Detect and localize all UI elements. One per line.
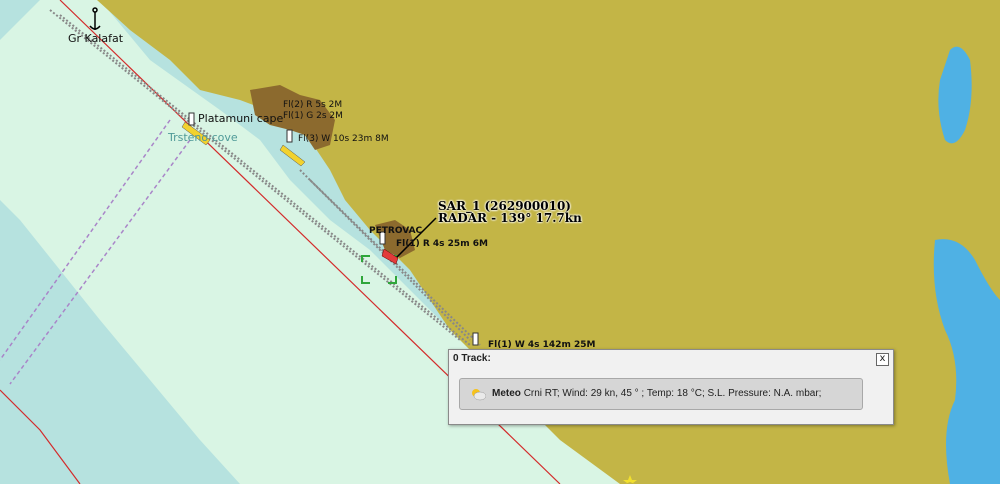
label-platamuni: Platamuni cape	[198, 112, 284, 125]
meteo-details: Crni RT; Wind: 29 kn, 45 ° ; Temp: 18 °C…	[523, 388, 822, 399]
label-cove: Trsteno cove	[168, 131, 238, 144]
light-label: Fl(1) R 4s 25m 6M	[396, 239, 488, 249]
meteo-label: Meteo	[492, 388, 521, 399]
light-label: Fl(1) G 2s 2M	[283, 111, 343, 121]
label-kalafat: Gr Kalafat	[68, 32, 124, 45]
track-panel-title: 0 Track:	[453, 353, 491, 364]
label-petrovac: PETROVAC	[369, 226, 423, 236]
light-label: Fl(2) R 5s 2M	[283, 100, 343, 110]
weather-icon	[472, 389, 486, 401]
vessel-label[interactable]: SAR_1 (262900010) RADAR - 139° 17.7kn	[438, 200, 582, 224]
track-panel: 0 Track: x Meteo Crni RT; Wind: 29 kn, 4…	[448, 349, 894, 425]
vessel-radar: RADAR - 139° 17.7kn	[438, 211, 582, 225]
meteo-text: Meteo Crni RT; Wind: 29 kn, 45 ° ; Temp:…	[492, 388, 821, 399]
meteo-row[interactable]: Meteo Crni RT; Wind: 29 kn, 45 ° ; Temp:…	[459, 378, 863, 410]
close-button[interactable]: x	[876, 353, 889, 366]
light-label: Fl(3) W 10s 23m 8M	[298, 134, 389, 144]
